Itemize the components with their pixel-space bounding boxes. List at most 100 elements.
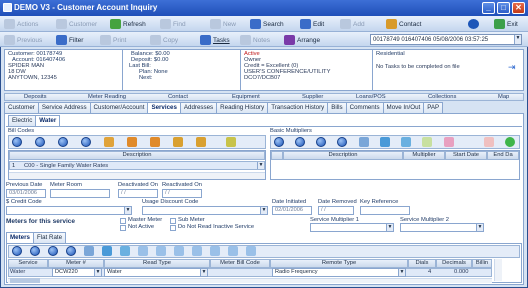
grid-icon[interactable] [380, 137, 390, 147]
toolbar-item-find[interactable]: Find [160, 18, 186, 30]
date-initiated-field[interactable]: 02/01/2006 [272, 206, 312, 215]
first-record-icon[interactable] [274, 137, 284, 147]
previous-record-icon[interactable] [30, 246, 40, 256]
toolbar-item-filter[interactable]: Filter [56, 34, 83, 46]
confirm-icon[interactable] [505, 137, 515, 147]
add-meter-icon[interactable] [84, 246, 94, 256]
add-code-icon[interactable] [104, 137, 114, 147]
maximize-button[interactable]: □ [497, 2, 510, 14]
meter-room-field[interactable] [50, 189, 110, 198]
edit-code-icon[interactable] [196, 137, 206, 147]
delete-multiplier-icon[interactable] [484, 137, 494, 147]
service-multiplier-2-select[interactable]: ▼ [400, 223, 484, 232]
copy-code-icon[interactable] [150, 137, 160, 147]
last-record-icon[interactable] [337, 137, 347, 147]
toolbar-item-add[interactable]: Add [340, 18, 365, 30]
tab-map[interactable]: Map [498, 94, 509, 100]
table-row[interactable]: 1 C00 - Single Family Water Rates ▼ [9, 161, 265, 170]
toolbar-item-notes[interactable]: Notes [240, 34, 270, 46]
tab-customer-account[interactable]: Customer/Account [89, 102, 149, 113]
previous-date-field[interactable]: 03/01/2006 [6, 189, 46, 198]
insert-code-icon[interactable] [127, 137, 137, 147]
deactivated-field[interactable]: / / [118, 189, 158, 198]
expand-arrow-icon[interactable]: ⇥ [508, 62, 518, 72]
horizontal-scrollbar[interactable] [8, 278, 492, 283]
tab-flat-rate[interactable]: Flat Rate [32, 232, 67, 243]
toolbar-item-search[interactable]: Search [250, 18, 284, 30]
read-type-cell[interactable]: Water ▼ [104, 268, 208, 277]
next-record-icon[interactable] [58, 137, 68, 147]
meter-history-icon[interactable] [174, 246, 184, 256]
master-meter-checkbox[interactable] [120, 218, 126, 224]
remote-type-cell[interactable]: Radio Frequency ▼ [272, 268, 406, 277]
not-active-checkbox[interactable] [120, 225, 126, 231]
tab-collections[interactable]: Collections [428, 94, 456, 100]
toolbar-item-contact[interactable]: Contact [386, 18, 421, 30]
last-record-icon[interactable] [81, 137, 91, 147]
meter-swap-icon[interactable] [192, 246, 202, 256]
previous-record-icon[interactable] [35, 137, 45, 147]
toolbar-item-edit[interactable]: Edit [300, 18, 324, 30]
toolbar-item-customer[interactable]: Customer [56, 18, 97, 30]
first-record-icon[interactable] [12, 137, 22, 147]
next-record-icon[interactable] [316, 137, 326, 147]
toolbar-item-print[interactable]: Print [100, 34, 126, 46]
toolbar-item-copy[interactable]: Copy [150, 34, 178, 46]
tab-service-address[interactable]: Service Address [37, 102, 91, 113]
close-button[interactable]: ✕ [512, 2, 525, 14]
next-record-icon[interactable] [48, 246, 58, 256]
tab-meter-reading[interactable]: Meter Reading [88, 94, 126, 100]
tab-supplier[interactable]: Supplier [302, 94, 323, 100]
meter-remote-icon[interactable] [210, 246, 220, 256]
tab-pap[interactable]: PAP [423, 102, 444, 113]
meter-location-icon[interactable] [246, 246, 256, 256]
toolbar-item-exit[interactable]: Exit [494, 18, 518, 30]
toolbar-item-previous[interactable]: Previous [4, 34, 42, 46]
last-record-icon[interactable] [66, 246, 76, 256]
grid-icon[interactable] [102, 246, 112, 256]
toolbar-item-next[interactable] [468, 18, 479, 30]
account-selector[interactable]: 00178749 016407406 05/08/2006 03:57:25 ▼ [370, 34, 522, 45]
edit-multiplier-icon[interactable] [401, 137, 411, 147]
tools-icon[interactable] [444, 137, 454, 147]
scrollbar-thumb[interactable] [10, 278, 40, 283]
minimize-button[interactable]: _ [482, 2, 495, 14]
tab-services[interactable]: Services [147, 102, 181, 113]
move-code-icon[interactable] [173, 137, 183, 147]
key-reference-field[interactable] [360, 206, 410, 215]
meter-read-icon[interactable] [156, 246, 166, 256]
service-multiplier-1-select[interactable]: ▼ [310, 223, 394, 232]
date-removed-field[interactable]: / / [318, 206, 354, 215]
first-record-icon[interactable] [12, 246, 22, 256]
tab-move-in-out[interactable]: Move In/Out [382, 102, 425, 113]
sub-meter-checkbox[interactable] [170, 218, 176, 224]
tab-bills[interactable]: Bills [327, 102, 347, 113]
meter-gauge-icon[interactable] [138, 246, 148, 256]
tab-transaction-history[interactable]: Transaction History [267, 102, 329, 113]
tab-equipment[interactable]: Equipment [232, 94, 260, 100]
tab-reading-history[interactable]: Reading History [216, 102, 269, 113]
toolbar-item-actions[interactable]: Actions [4, 18, 38, 30]
toolbar-item-arrange[interactable]: Arrange [284, 34, 320, 46]
check-icon[interactable] [422, 137, 432, 147]
usage-discount-select[interactable]: ▼ [142, 206, 268, 215]
delete-code-icon[interactable] [226, 137, 236, 147]
meter-test-icon[interactable] [228, 246, 238, 256]
previous-record-icon[interactable] [295, 137, 305, 147]
toolbar-item-refresh[interactable]: Refresh [110, 18, 146, 30]
credit-code-select[interactable]: ▼ [6, 206, 132, 215]
tab-meters[interactable]: Meters [6, 232, 34, 243]
toolbar-item-new[interactable]: New [210, 18, 236, 30]
tab-loans-pos[interactable]: Loans/POS [356, 94, 386, 100]
tab-customer[interactable]: Customer [4, 102, 39, 113]
reactivated-field[interactable]: / / [162, 189, 202, 198]
horizontal-scrollbar[interactable] [9, 172, 265, 179]
toolbar-item-tasks[interactable]: Tasks [200, 34, 230, 46]
tab-water[interactable]: Water [35, 115, 61, 126]
add-multiplier-icon[interactable] [359, 137, 369, 147]
tab-addresses[interactable]: Addresses [179, 102, 218, 113]
tab-contact[interactable]: Contact [168, 94, 188, 100]
tab-deposits[interactable]: Deposits [24, 94, 47, 100]
edit-meter-icon[interactable] [120, 246, 130, 256]
meter-number-cell[interactable]: DCW220 ▼ [52, 268, 102, 277]
